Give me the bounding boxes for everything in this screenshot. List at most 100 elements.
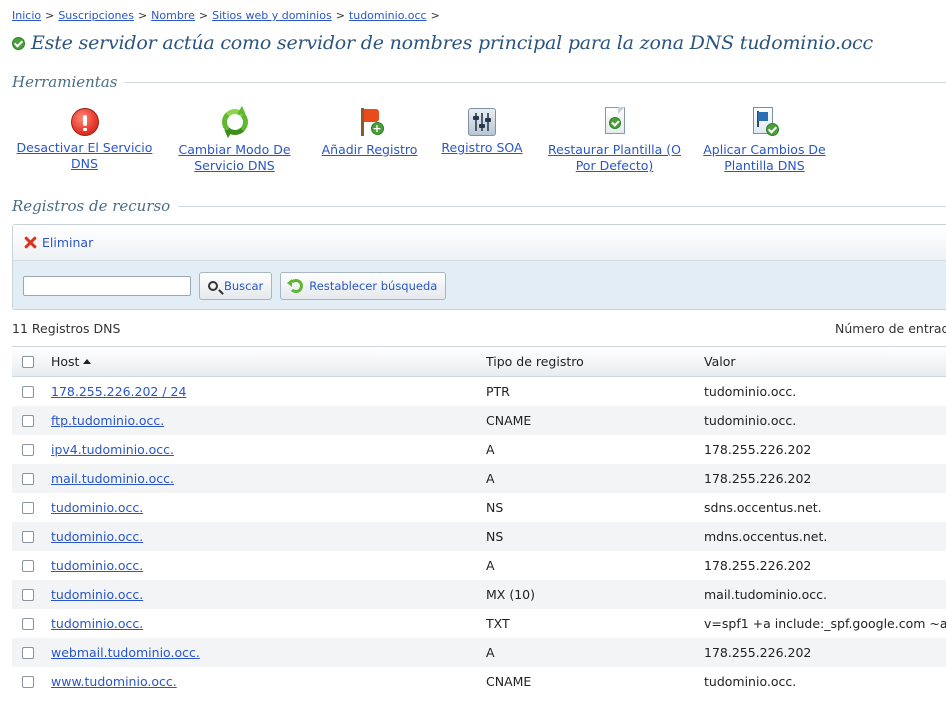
breadcrumb-sitios-web[interactable]: Sitios web y dominios — [212, 9, 332, 22]
table-header: Host Tipo de registro Valor — [12, 346, 946, 377]
row-value: 178.255.226.202 — [704, 471, 812, 486]
row-type: NS — [486, 500, 504, 515]
row-value: 178.255.226.202 — [704, 645, 812, 660]
column-type[interactable]: Tipo de registro — [486, 354, 584, 369]
row-value: v=spf1 +a include:_spf.google.com ~all — [704, 616, 946, 631]
table-body: 178.255.226.202 / 24 PTR tudominio.occ. ftp… — [12, 377, 946, 696]
row-checkbox[interactable] — [22, 618, 34, 630]
tool-disable-dns-label[interactable]: Desactivar El Servicio DNS — [17, 140, 153, 171]
row-value: sdns.occentus.net. — [704, 500, 822, 515]
tool-add-record-label[interactable]: Añadir Registro — [322, 142, 418, 157]
search-input[interactable] — [23, 276, 191, 296]
table-row: webmail.tudominio.occ. A 178.255.226.202 — [12, 638, 946, 667]
row-checkbox[interactable] — [22, 589, 34, 601]
row-type: A — [486, 442, 495, 457]
row-host-link[interactable]: ipv4.tudominio.occ. — [51, 442, 174, 457]
reset-search-button-label: Restablecer búsqueda — [309, 279, 438, 293]
row-value: mdns.occentus.net. — [704, 529, 828, 544]
document-check-icon — [599, 106, 631, 138]
breadcrumb-separator: > — [335, 9, 345, 22]
tool-change-dns-mode-label[interactable]: Cambiar Modo De Servicio DNS — [178, 142, 290, 173]
row-checkbox[interactable] — [22, 560, 34, 572]
row-type: A — [486, 471, 495, 486]
records-section-header: Registros de recurso — [12, 197, 946, 215]
breadcrumb: Inicio > Suscripciones > Nombre > Sitios web y… — [12, 9, 444, 22]
records-toolbar: Eliminar Buscar Restablecer búsqueda — [12, 224, 946, 310]
action-bar: Eliminar — [13, 225, 946, 261]
breadcrumb-nombre[interactable]: Nombre — [151, 9, 195, 22]
row-host-link[interactable]: 178.255.226.202 / 24 — [51, 384, 186, 399]
stop-icon — [70, 108, 99, 136]
row-value: tudominio.occ. — [704, 413, 797, 428]
table-row: tudominio.occ. MX (10) mail.tudominio.occ. — [12, 580, 946, 609]
tool-soa-record[interactable]: Registro SOA — [437, 106, 527, 156]
search-button-label: Buscar — [224, 279, 264, 293]
row-checkbox[interactable] — [22, 647, 34, 659]
row-host-link[interactable]: www.tudominio.occ. — [51, 674, 177, 689]
dns-records-table: Host Tipo de registro Valor 178.255.226.… — [12, 346, 946, 696]
settings-sliders-icon — [468, 108, 496, 136]
row-host-link[interactable]: tudominio.occ. — [51, 558, 143, 573]
row-type: MX (10) — [486, 587, 535, 602]
row-type: A — [486, 645, 495, 660]
column-value[interactable]: Valor — [704, 354, 736, 369]
search-bar: Buscar Restablecer búsqueda — [13, 261, 946, 309]
breadcrumb-separator: > — [137, 9, 148, 22]
delete-x-icon — [24, 236, 37, 249]
row-host-link[interactable]: webmail.tudominio.occ. — [51, 645, 200, 660]
tool-apply-template-label[interactable]: Aplicar Cambios De Plantilla DNS — [703, 142, 826, 173]
row-host-link[interactable]: mail.tudominio.occ. — [51, 471, 174, 486]
table-row: ipv4.tudominio.occ. A 178.255.226.202 — [12, 435, 946, 464]
delete-button[interactable]: Eliminar — [24, 235, 93, 250]
row-value: tudominio.occ. — [704, 674, 797, 689]
row-host-link[interactable]: tudominio.occ. — [51, 500, 143, 515]
row-checkbox[interactable] — [22, 502, 34, 514]
breadcrumb-separator: > — [45, 9, 55, 22]
column-host[interactable]: Host — [51, 354, 92, 369]
breadcrumb-domain[interactable]: tudominio.occ — [349, 9, 427, 22]
flag-add-icon: + — [354, 106, 386, 138]
row-checkbox[interactable] — [22, 386, 34, 398]
row-host-link[interactable]: tudominio.occ. — [51, 529, 143, 544]
tool-change-dns-mode[interactable]: Cambiar Modo De Servicio DNS — [177, 105, 292, 174]
row-host-link[interactable]: tudominio.occ. — [51, 587, 143, 602]
tool-disable-dns[interactable]: Desactivar El Servicio DNS — [12, 106, 157, 172]
reset-icon — [287, 279, 304, 293]
check-circle-icon — [12, 36, 25, 50]
row-host-link[interactable]: ftp.tudominio.occ. — [51, 413, 164, 428]
page-title: Este servidor actúa como servidor de nom… — [12, 30, 873, 56]
reset-search-button[interactable]: Restablecer búsqueda — [280, 272, 447, 300]
row-type: A — [486, 558, 495, 573]
tool-restore-template-label[interactable]: Restaurar Plantilla (O Por Defecto) — [548, 142, 681, 173]
tool-apply-template[interactable]: Aplicar Cambios De Plantilla DNS — [702, 106, 827, 174]
tools-section-label: Herramientas — [12, 73, 118, 91]
row-value: 178.255.226.202 — [704, 558, 812, 573]
row-value: tudominio.occ. — [704, 384, 797, 399]
row-host-link[interactable]: tudominio.occ. — [51, 616, 143, 631]
row-type: PTR — [486, 384, 510, 399]
tools-panel: Desactivar El Servicio DNS Cambiar Modo … — [12, 105, 912, 176]
row-checkbox[interactable] — [22, 415, 34, 427]
row-checkbox[interactable] — [22, 676, 34, 688]
row-type: NS — [486, 529, 504, 544]
search-button[interactable]: Buscar — [199, 272, 273, 300]
table-row: www.tudominio.occ. CNAME tudominio.occ. — [12, 667, 946, 696]
table-row: tudominio.occ. TXT v=spf1 +a include:_spf.… — [12, 609, 946, 638]
section-divider — [178, 205, 946, 207]
tool-add-record[interactable]: + Añadir Registro — [317, 106, 422, 158]
row-checkbox[interactable] — [22, 473, 34, 485]
table-row: ftp.tudominio.occ. CNAME tudominio.occ. — [12, 406, 946, 435]
tool-soa-record-label[interactable]: Registro SOA — [441, 140, 522, 155]
tool-restore-template[interactable]: Restaurar Plantilla (O Por Defecto) — [547, 106, 682, 174]
row-checkbox[interactable] — [22, 531, 34, 543]
row-value: 178.255.226.202 — [704, 442, 812, 457]
breadcrumb-suscripciones[interactable]: Suscripciones — [58, 9, 134, 22]
row-type: CNAME — [486, 674, 532, 689]
entries-per-page-label: Número de entradas — [835, 321, 946, 336]
table-row: 178.255.226.202 / 24 PTR tudominio.occ. — [12, 377, 946, 406]
row-checkbox[interactable] — [22, 444, 34, 456]
select-all-checkbox[interactable] — [22, 355, 34, 368]
breadcrumb-inicio[interactable]: Inicio — [12, 9, 41, 22]
record-count: 11 Registros DNS — [12, 321, 121, 336]
table-row: mail.tudominio.occ. A 178.255.226.202 — [12, 464, 946, 493]
